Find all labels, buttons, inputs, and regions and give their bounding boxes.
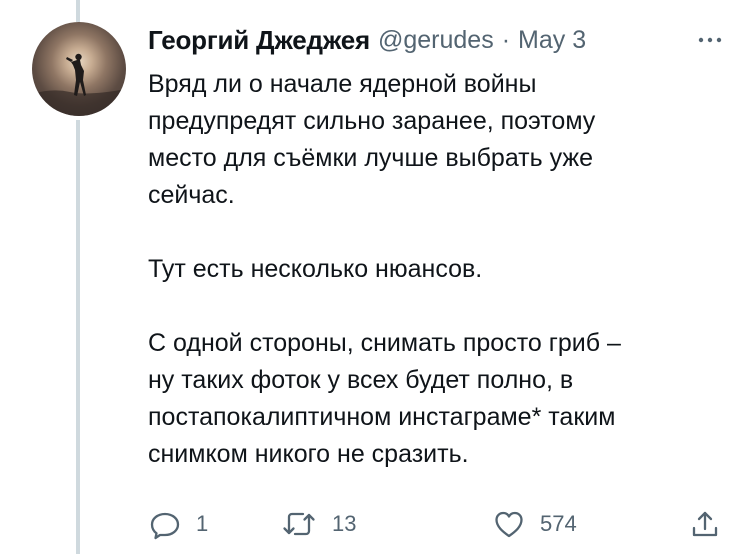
reply-icon	[150, 512, 180, 540]
retweet-count: 13	[332, 511, 357, 536]
like-button[interactable]: 574	[492, 504, 577, 544]
tweet-text: Вряд ли о начале ядерной войны предупред…	[148, 70, 621, 468]
share-icon	[692, 511, 718, 537]
thread-line-bottom	[76, 120, 80, 554]
tweet[interactable]: Георгий Джеджея @gerudes · May 3 Вряд ли…	[148, 22, 730, 473]
thread-line-top	[76, 0, 80, 22]
tweet-header: Георгий Джеджея @gerudes · May 3	[148, 22, 730, 58]
handle[interactable]: @gerudes	[378, 26, 494, 55]
retweet-icon	[283, 512, 315, 536]
tweet-actions: 1 13 574	[148, 504, 720, 544]
display-name[interactable]: Георгий Джеджея	[148, 25, 370, 56]
heart-icon	[495, 511, 523, 538]
reply-count: 1	[196, 511, 209, 536]
reply-button[interactable]: 1	[148, 504, 208, 544]
retweet-button[interactable]: 13	[280, 504, 356, 544]
avatar[interactable]	[32, 22, 126, 116]
share-button[interactable]	[688, 504, 722, 544]
separator-dot: ·	[501, 25, 511, 54]
person-silhouette-avatar	[32, 53, 126, 116]
like-count: 574	[540, 511, 577, 536]
more-button[interactable]	[690, 30, 730, 50]
more-icon	[698, 37, 722, 43]
tweet-date[interactable]: May 3	[518, 26, 586, 55]
